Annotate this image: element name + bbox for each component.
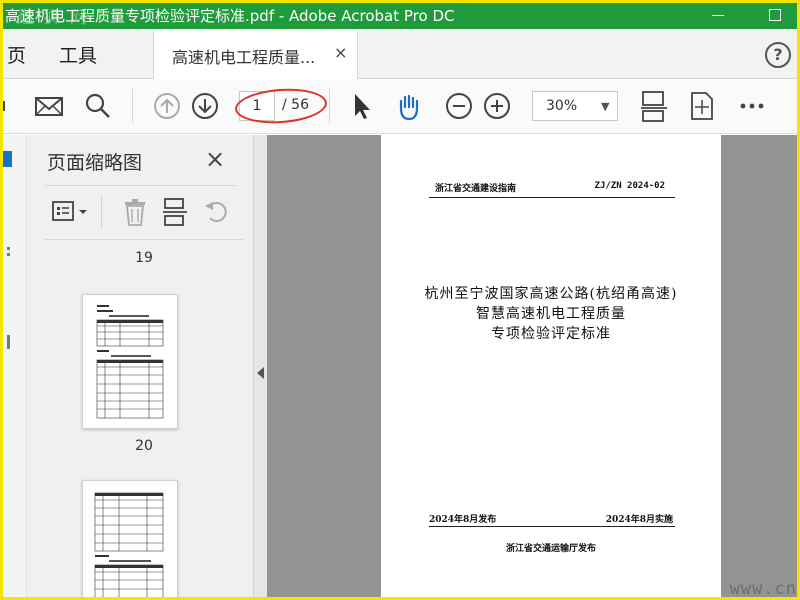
rotate-view-icon[interactable] [687,91,717,121]
toolbar: 1 / 56 30% ▼ [3,79,797,134]
publisher: 浙江省交通运输厅发布 [505,544,596,554]
document-view[interactable]: 浙江省交通建设指南 ZJ/ZN 2024-02 杭州至宁波国家高速公路(杭绍甬高… [267,135,797,599]
document-tab-label: 高速机电工程质量... [172,48,316,67]
thumbnail-page-number: 20 [135,438,153,454]
doc-header-left: 浙江省交通建设指南 [435,184,517,194]
menu-tools[interactable]: 工具 [59,41,97,68]
page-thumbnails-panel: 页面缩略图 × 19 20 [27,135,253,597]
thumbnail-page-20[interactable] [82,294,178,429]
search-icon[interactable] [83,91,113,121]
zoom-out-icon[interactable] [444,91,474,121]
select-cursor-icon[interactable] [347,91,377,121]
publish-date: 2024年8月发布 [429,515,497,525]
thumbnail-page-number: 19 [135,250,153,266]
effective-date: 2024年8月实施 [605,515,673,525]
help-icon[interactable]: ? [765,42,791,68]
panel-separator [101,196,102,228]
toolbar-separator [329,89,330,123]
menu-home[interactable]: 页 [7,41,26,68]
zoom-value: 30% [546,98,578,114]
insert-page-icon[interactable] [161,198,189,226]
trash-icon[interactable] [121,198,149,226]
thumbnail-page-21[interactable] [82,480,178,597]
menu-bar: 页 工具 高速机电工程质量... × ? [3,29,797,79]
panel-title: 页面缩略图 [47,152,143,174]
screenshot-frame: 高速机电工程质量专项检验评定标准.pdf - Adobe Acrobat Pro… [0,0,800,600]
page-thumbnails-tab-icon[interactable] [3,135,27,355]
zoom-in-icon[interactable] [482,91,512,121]
minimize-button[interactable] [709,3,729,29]
doc-title-line-1: 杭州至宁波国家高速公路(杭绍甬高速) [424,286,678,302]
url-watermark: www.cn [729,579,797,599]
zoom-select[interactable]: 30% ▼ [532,91,618,121]
left-tool-strip [3,135,27,597]
doc-header-right: ZJ/ZN 2024-02 [594,181,665,191]
more-options-icon[interactable] [737,91,767,121]
maximize-button[interactable] [769,9,781,21]
doc-title-line-2: 智慧高速机电工程质量 [476,306,626,322]
close-tab-icon[interactable]: × [334,43,347,62]
document-tab[interactable]: 高速机电工程质量... × [153,31,358,79]
site-watermark: 道 狮 网 [17,8,89,28]
thumbnail-list[interactable]: 19 20 [45,239,243,597]
footer-rule [429,526,675,527]
toolbar-separator [132,89,133,123]
mail-icon[interactable] [34,91,64,121]
fit-page-icon[interactable] [639,91,669,122]
doc-title-line-3: 专项检验评定标准 [491,326,611,342]
chevron-down-icon: ▼ [601,100,610,113]
header-rule [429,197,675,198]
thumbnail-options-icon[interactable] [51,199,91,225]
close-panel-icon[interactable]: × [205,145,225,173]
hand-tool-icon[interactable] [394,91,424,121]
rotate-page-icon[interactable] [203,198,231,226]
partial-icon[interactable] [3,91,23,121]
panel-splitter[interactable] [253,135,267,597]
panel-toolbar [45,185,237,237]
previous-page-icon[interactable] [152,91,182,121]
pdf-page: 浙江省交通建设指南 ZJ/ZN 2024-02 杭州至宁波国家高速公路(杭绍甬高… [381,135,721,597]
title-bar: 高速机电工程质量专项检验评定标准.pdf - Adobe Acrobat Pro… [3,3,797,29]
collapse-panel-icon[interactable] [257,367,264,379]
next-page-icon[interactable] [190,91,220,121]
